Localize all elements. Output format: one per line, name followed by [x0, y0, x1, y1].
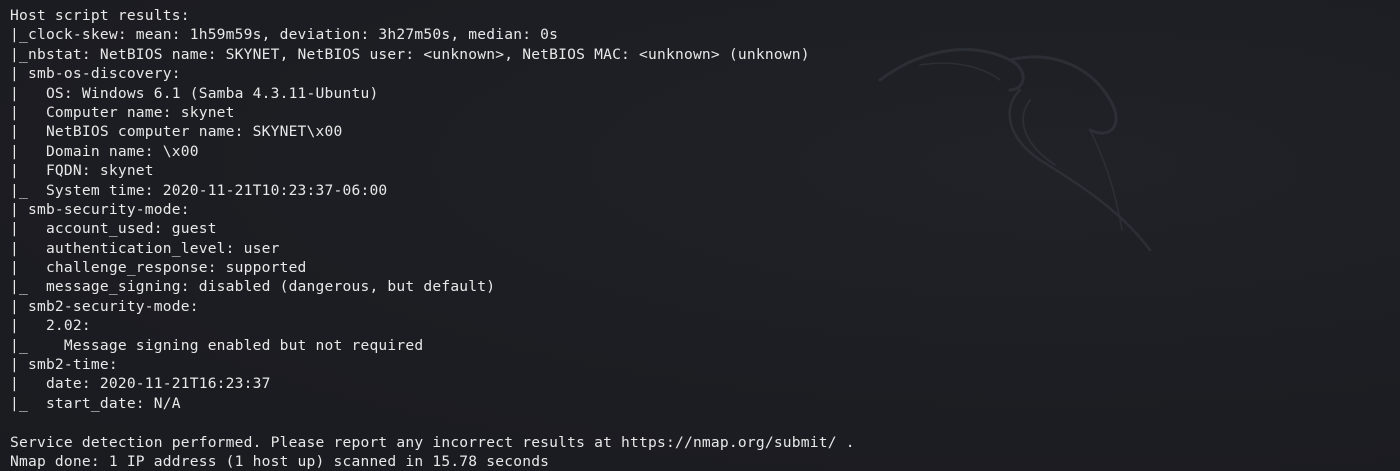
output-line: | FQDN: skynet [10, 162, 154, 180]
output-line: | account_used: guest [10, 220, 217, 238]
output-line: Service detection performed. Please repo… [10, 433, 855, 451]
output-line: | smb2-time: [10, 356, 118, 374]
output-line: |_ System time: 2020-11-21T10:23:37-06:0… [10, 181, 388, 199]
output-line: | challenge_response: supported [10, 259, 307, 277]
output-line: |_ start_date: N/A [10, 394, 181, 412]
output-line: Host script results: [10, 7, 190, 24]
kali-dragon-icon [878, 48, 1152, 252]
output-line: | OS: Windows 6.1 (Samba 4.3.11-Ubuntu) [10, 84, 379, 102]
output-line: | Domain name: \x00 [10, 142, 199, 160]
terminal-output[interactable]: Host script results: |_clock-skew: mean: … [10, 6, 855, 471]
output-line: |_ message_signing: disabled (dangerous,… [10, 278, 496, 296]
output-line: | smb-os-discovery: [10, 65, 181, 83]
output-line: | 2.02: [10, 317, 91, 335]
output-line: |_clock-skew: mean: 1h59m59s, deviation:… [10, 26, 559, 44]
terminal-window[interactable]: Host script results: |_clock-skew: mean: … [0, 0, 1400, 471]
output-line: | NetBIOS computer name: SKYNET\x00 [10, 123, 343, 141]
output-line: |_ Message signing enabled but not requi… [10, 336, 424, 354]
output-line: | authentication_level: user [10, 239, 280, 257]
output-line: |_nbstat: NetBIOS name: SKYNET, NetBIOS … [10, 45, 810, 63]
output-line: | date: 2020-11-21T16:23:37 [10, 375, 271, 393]
output-line: | smb2-security-mode: [10, 297, 199, 315]
output-line: | Computer name: skynet [10, 103, 235, 121]
output-line: Nmap done: 1 IP address (1 host up) scan… [10, 452, 550, 470]
output-line: | smb-security-mode: [10, 200, 190, 218]
